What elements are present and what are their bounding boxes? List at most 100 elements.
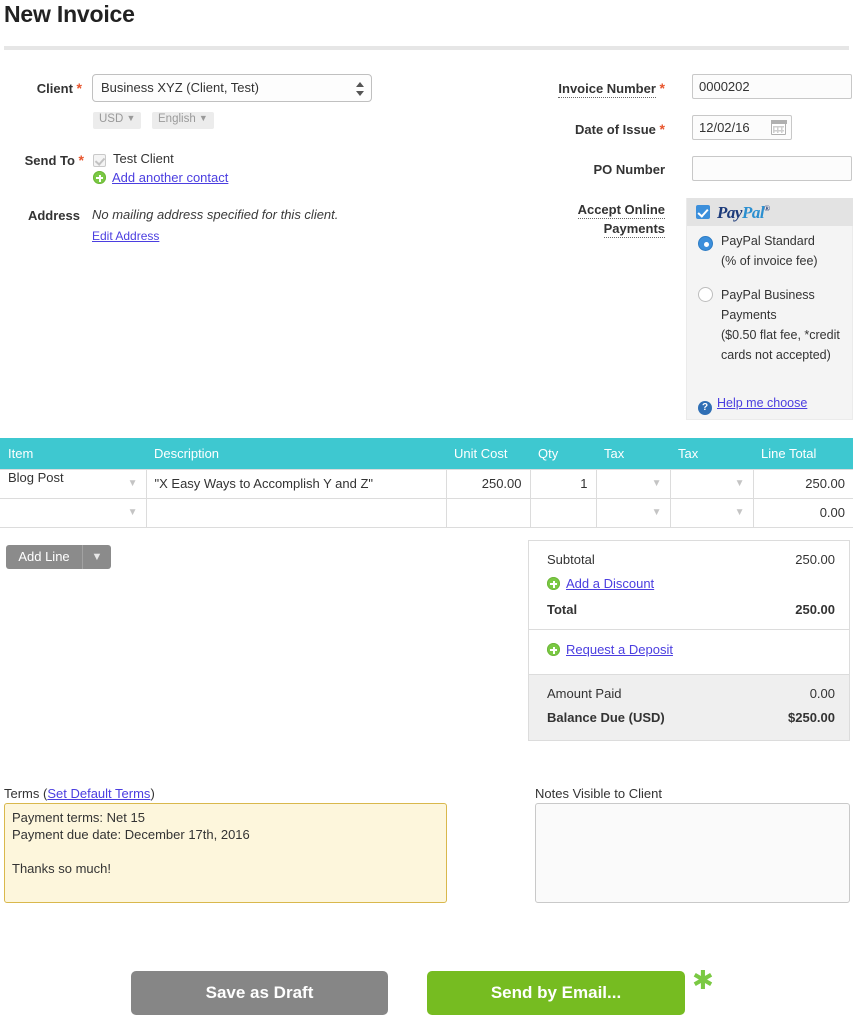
address-label: Address [27, 208, 80, 223]
paypal-standard-subtitle: (% of invoice fee) [721, 254, 818, 268]
question-mark-icon: ? [698, 401, 712, 415]
table-header-row: Item Description Unit Cost Qty Tax Tax L… [0, 438, 853, 469]
calendar-icon[interactable] [770, 119, 787, 135]
table-row: ▼ ▼ ▼ 0.00 [0, 497, 853, 528]
paypal-business-payments-radio[interactable] [698, 287, 713, 302]
currency-pill[interactable]: USD ▼ [93, 112, 142, 129]
cell-unit-cost[interactable] [445, 497, 531, 528]
balance-due-value: $250.00 [788, 710, 835, 725]
edit-address-link[interactable]: Edit Address [92, 229, 159, 243]
cell-description[interactable]: "X Easy Ways to Accomplish Y and Z" [145, 468, 447, 499]
invoice-number-label-text: Invoice Number [558, 81, 656, 98]
add-line-button[interactable]: Add Line ▼ [6, 545, 111, 569]
chevron-down-icon[interactable]: ▼ [652, 470, 662, 498]
chevron-down-icon[interactable]: ▼ [128, 470, 138, 498]
add-discount-row: Add a Discount [529, 573, 849, 599]
total-label: Total [547, 602, 578, 617]
set-default-terms-link[interactable]: Set Default Terms [47, 786, 150, 801]
terms-textarea[interactable]: Payment terms: Net 15 Payment due date: … [4, 803, 447, 903]
paypal-logo-part2: Pal [741, 203, 765, 222]
cell-tax2[interactable]: ▼ [669, 497, 754, 528]
notes-label: Notes Visible to Client [535, 786, 662, 801]
chevron-down-icon[interactable]: ▼ [735, 499, 745, 527]
subtotal-value: 250.00 [795, 552, 835, 567]
date-of-issue-value: 12/02/16 [699, 120, 750, 135]
invoice-number-required-asterisk: * [659, 80, 665, 96]
deposit-section: Request a Deposit [528, 629, 850, 674]
cell-item-value: Blog Post [8, 469, 64, 485]
total-row: Total 250.00 [529, 599, 849, 623]
chevron-down-icon[interactable]: ▼ [128, 499, 138, 527]
client-select[interactable]: Business XYZ (Client, Test) [92, 74, 372, 102]
cell-unit-cost[interactable]: 250.00 [445, 468, 531, 499]
chevron-down-icon[interactable]: ▼ [735, 470, 745, 498]
totals-panel: Subtotal 250.00 Add a Discount Total 250… [528, 540, 850, 741]
date-of-issue-label: Date of Issue * [520, 121, 665, 137]
date-of-issue-label-text: Date of Issue [575, 122, 656, 137]
subtotal-row: Subtotal 250.00 [529, 549, 849, 573]
add-another-contact-link[interactable]: Add another contact [112, 170, 228, 185]
cell-item[interactable]: ▼ [0, 497, 147, 528]
client-label: Client * [22, 80, 82, 96]
address-value: No mailing address specified for this cl… [92, 207, 339, 222]
invoice-number-input[interactable] [692, 74, 852, 99]
chevron-down-icon[interactable]: ▼ [652, 499, 662, 527]
help-me-choose-link[interactable]: Help me choose [717, 396, 807, 410]
subtotal-label: Subtotal [547, 552, 595, 567]
registered-trademark-icon: ® [764, 204, 770, 213]
cell-tax1[interactable]: ▼ [595, 497, 671, 528]
send-to-checkbox[interactable] [93, 154, 106, 167]
po-number-label: PO Number [593, 162, 665, 177]
total-value: 250.00 [795, 602, 835, 617]
column-header-qty: Qty [530, 438, 596, 469]
select-updown-icon [356, 81, 364, 97]
language-pill[interactable]: English ▼ [152, 112, 214, 129]
column-header-tax1: Tax [596, 438, 670, 469]
send-to-label-text: Send To [24, 153, 75, 168]
chevron-down-icon: ▼ [198, 113, 208, 123]
send-by-email-button[interactable]: Send by Email... [427, 971, 685, 1015]
column-header-line-total: Line Total [753, 438, 853, 469]
line-items-table: Item Description Unit Cost Qty Tax Tax L… [0, 438, 853, 528]
notes-textarea[interactable] [535, 803, 850, 903]
save-as-draft-button[interactable]: Save as Draft [131, 971, 388, 1015]
add-a-discount-link[interactable]: Add a Discount [566, 576, 654, 591]
cell-qty[interactable] [529, 497, 597, 528]
paypal-business-payments-title: PayPal Business Payments [721, 288, 815, 322]
currency-pill-label: USD [99, 113, 124, 125]
cell-item[interactable]: Blog Post ▼ [0, 468, 147, 499]
paypal-standard-radio[interactable] [698, 236, 713, 251]
date-of-issue-required-asterisk: * [659, 121, 665, 137]
cell-qty[interactable]: 1 [529, 468, 597, 499]
add-line-button-label: Add Line [18, 549, 70, 564]
paypal-header: PayPal® [687, 198, 853, 226]
cell-tax1[interactable]: ▼ [595, 468, 671, 499]
cell-description[interactable] [145, 497, 447, 528]
add-another-contact-row: Add another contact [93, 170, 228, 185]
cell-tax2[interactable]: ▼ [669, 468, 754, 499]
terms-label-text: Terms ( [4, 786, 48, 801]
plus-circle-icon [547, 643, 560, 656]
invoice-number-label: Invoice Number * [520, 80, 665, 98]
paypal-help-row: ? Help me choose [698, 396, 807, 415]
date-of-issue-field[interactable]: 12/02/16 [692, 115, 792, 140]
po-number-input[interactable] [692, 156, 852, 181]
amount-paid-value: 0.00 [809, 686, 835, 701]
paypal-logo-part1: Pay [717, 203, 742, 222]
plus-circle-icon [93, 171, 106, 184]
header-divider [4, 46, 849, 50]
edit-address-row: Edit Address [92, 229, 159, 243]
chevron-down-icon[interactable]: ▼ [82, 545, 111, 569]
client-select-value: Business XYZ (Client, Test) [101, 80, 259, 95]
table-row: Blog Post ▼ "X Easy Ways to Accomplish Y … [0, 468, 853, 499]
paypal-business-payments-subtitle: ($0.50 flat fee, *credit cards not accep… [721, 328, 840, 362]
paypal-enable-checkbox[interactable] [696, 205, 710, 219]
client-required-asterisk: * [76, 80, 82, 96]
column-header-unit-cost: Unit Cost [446, 438, 530, 469]
send-to-required-asterisk: * [78, 152, 84, 168]
request-a-deposit-link[interactable]: Request a Deposit [566, 642, 673, 657]
paypal-options-panel: PayPal® PayPal Standard (% of invoice fe… [686, 198, 853, 420]
balance-due-label: Balance Due (USD) [547, 710, 665, 725]
page-title: New Invoice [4, 1, 135, 27]
cell-line-total: 0.00 [752, 497, 853, 528]
